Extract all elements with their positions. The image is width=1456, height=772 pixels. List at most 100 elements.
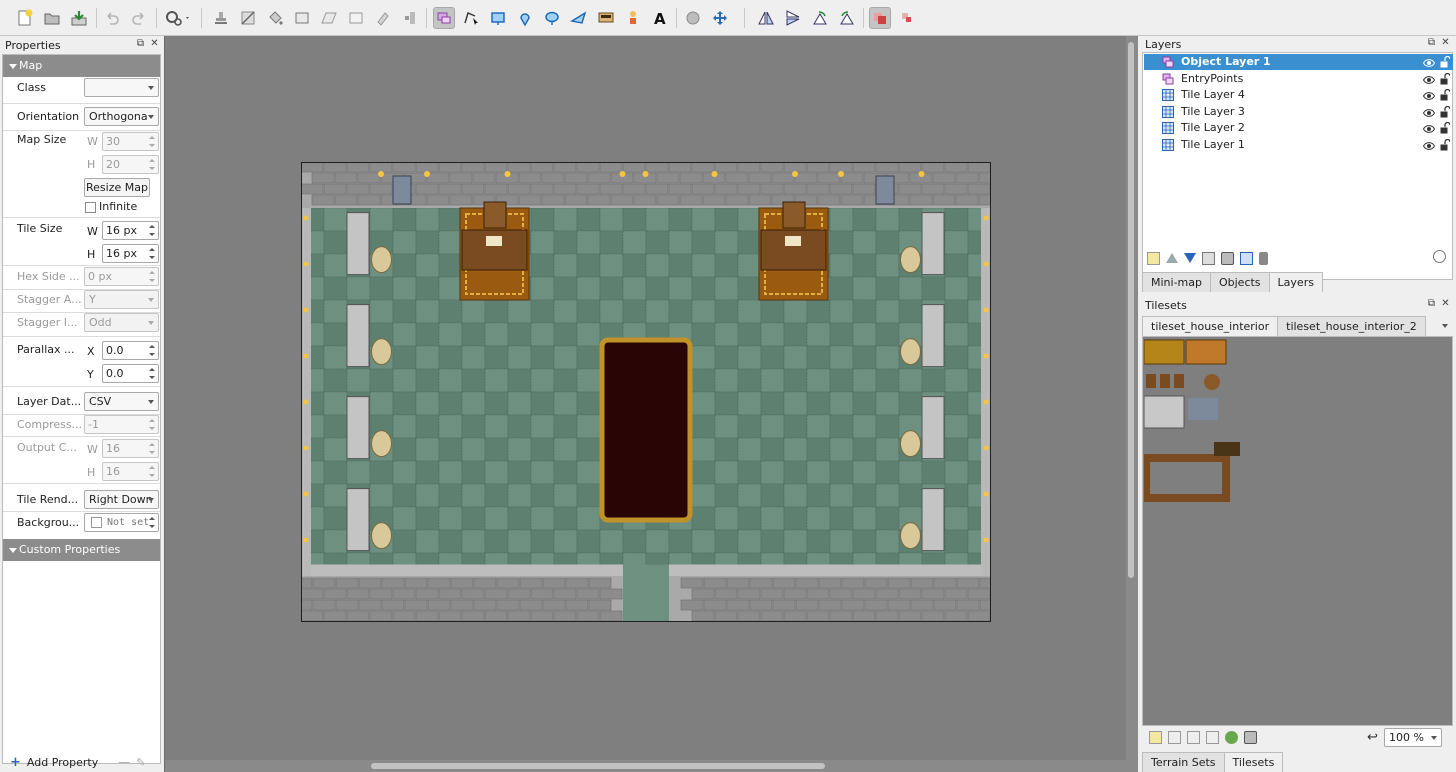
duplicate-layer-icon[interactable] bbox=[1202, 251, 1215, 265]
tab-tileset-house-interior[interactable]: tileset_house_interior bbox=[1142, 316, 1279, 336]
save-icon[interactable] bbox=[68, 7, 90, 29]
lock-layer-icon[interactable] bbox=[1259, 251, 1268, 265]
tab-mini-map[interactable]: Mini-map bbox=[1142, 272, 1211, 292]
visibility-eye-icon[interactable] bbox=[1422, 140, 1436, 150]
insert-polygon-icon[interactable] bbox=[568, 7, 590, 29]
visibility-eye-icon[interactable] bbox=[1422, 57, 1436, 67]
float-panel-icon[interactable]: ⧉ bbox=[1426, 37, 1437, 48]
edit-polygons-icon[interactable] bbox=[460, 7, 482, 29]
random-mode-icon[interactable] bbox=[345, 7, 367, 29]
visibility-eye-icon[interactable] bbox=[1422, 74, 1436, 84]
close-panel-icon[interactable]: ✕ bbox=[149, 38, 160, 49]
layers-list[interactable]: Object Layer 1 EntryPoints Tile Layer 4 Til… bbox=[1142, 52, 1453, 280]
stamp-brush-icon[interactable] bbox=[210, 7, 232, 29]
parallax-x-field[interactable]: 0.0 bbox=[102, 341, 159, 360]
layer-row[interactable]: EntryPoints bbox=[1144, 71, 1453, 87]
map-canvas[interactable] bbox=[164, 36, 1138, 772]
visibility-eye-icon[interactable] bbox=[1422, 123, 1436, 133]
tab-objects[interactable]: Objects bbox=[1209, 272, 1270, 292]
stagger-axis-combo[interactable]: Y bbox=[84, 290, 159, 309]
float-panel-icon[interactable]: ⧉ bbox=[1426, 298, 1437, 309]
insert-point-icon[interactable] bbox=[514, 7, 536, 29]
unlocked-icon[interactable] bbox=[1440, 55, 1451, 68]
edit-tileset-icon[interactable] bbox=[1206, 730, 1219, 744]
layer-row[interactable]: Object Layer 1 bbox=[1144, 54, 1453, 70]
tab-tileset-house-interior-2[interactable]: tileset_house_interior_2 bbox=[1277, 316, 1426, 336]
class-combo[interactable] bbox=[84, 78, 159, 97]
visibility-eye-icon[interactable] bbox=[1422, 107, 1436, 117]
lower-layer-icon[interactable] bbox=[1184, 253, 1196, 263]
hex-side-field[interactable]: 0 px bbox=[84, 267, 159, 286]
open-icon[interactable] bbox=[41, 7, 63, 29]
tile-map[interactable] bbox=[301, 162, 991, 622]
tileset-view[interactable] bbox=[1142, 336, 1453, 726]
delete-layer-icon[interactable] bbox=[1221, 251, 1234, 265]
tile-width-field[interactable]: 16 px bbox=[102, 221, 159, 240]
layer-data-combo[interactable]: CSV bbox=[84, 392, 159, 411]
insert-rectangle-icon[interactable] bbox=[487, 7, 509, 29]
wangset-icon[interactable] bbox=[399, 7, 421, 29]
vertical-scrollbar[interactable] bbox=[1126, 36, 1138, 760]
tileset-menu-icon[interactable] bbox=[1439, 316, 1453, 336]
close-panel-icon[interactable]: ✕ bbox=[1440, 37, 1451, 48]
tileset-image[interactable] bbox=[1144, 338, 1244, 508]
raise-layer-icon[interactable] bbox=[1166, 253, 1178, 263]
float-panel-icon[interactable]: ⧉ bbox=[135, 38, 146, 49]
show-labels-icon[interactable] bbox=[896, 7, 918, 29]
compression-field[interactable]: -1 bbox=[84, 415, 159, 434]
command-gears-icon[interactable] bbox=[162, 7, 194, 29]
export-tileset-icon[interactable] bbox=[1187, 730, 1200, 744]
flip-vertical-icon[interactable] bbox=[782, 7, 804, 29]
select-objects-icon[interactable] bbox=[433, 7, 455, 29]
unlocked-icon[interactable] bbox=[1440, 105, 1451, 118]
new-layer-icon[interactable] bbox=[1147, 251, 1160, 265]
insert-ellipse-icon[interactable] bbox=[541, 7, 563, 29]
tab-terrain-sets[interactable]: Terrain Sets bbox=[1142, 752, 1225, 772]
custom-properties-header[interactable]: Custom Properties bbox=[3, 539, 160, 561]
unlocked-icon[interactable] bbox=[1440, 121, 1451, 134]
eraser-icon[interactable] bbox=[372, 7, 394, 29]
tile-render-combo[interactable]: Right Down bbox=[84, 490, 159, 509]
new-tileset-icon[interactable] bbox=[1149, 730, 1162, 744]
world-tool-icon[interactable] bbox=[682, 7, 704, 29]
add-property-button[interactable]: Add Property bbox=[27, 756, 98, 769]
delete-tileset-icon[interactable] bbox=[1244, 730, 1257, 744]
unlocked-icon[interactable] bbox=[1440, 72, 1451, 85]
tileset-color-icon[interactable] bbox=[1225, 730, 1238, 744]
close-panel-icon[interactable]: ✕ bbox=[1440, 298, 1451, 309]
tab-tilesets[interactable]: Tilesets bbox=[1223, 752, 1284, 772]
redo-icon[interactable] bbox=[128, 7, 150, 29]
unlocked-icon[interactable] bbox=[1440, 88, 1451, 101]
highlight-layer-icon[interactable] bbox=[869, 7, 891, 29]
layer-group-icon[interactable] bbox=[1240, 251, 1253, 265]
resize-map-button[interactable]: Resize Map bbox=[84, 178, 150, 197]
parallelogram-icon[interactable] bbox=[318, 7, 340, 29]
layer-row[interactable]: Tile Layer 1 bbox=[1144, 137, 1453, 153]
orientation-combo[interactable]: Orthogona bbox=[84, 107, 159, 126]
layer-row[interactable]: Tile Layer 3 bbox=[1144, 104, 1453, 120]
flip-horizontal-icon[interactable] bbox=[755, 7, 777, 29]
rename-property-icon[interactable]: ✎ bbox=[136, 756, 145, 769]
insert-text-icon[interactable]: A bbox=[649, 7, 671, 29]
tileset-zoom-combo[interactable]: 100 % bbox=[1384, 728, 1442, 747]
output-width-field[interactable]: 16 bbox=[102, 439, 159, 458]
map-section-header[interactable]: Map bbox=[3, 55, 160, 77]
rotate-left-icon[interactable] bbox=[809, 7, 831, 29]
map-height-field[interactable]: 20 bbox=[102, 155, 159, 174]
dynamic-wrapping-icon[interactable]: ↩ bbox=[1367, 730, 1378, 745]
output-height-field[interactable]: 16 bbox=[102, 462, 159, 481]
new-map-icon[interactable] bbox=[14, 7, 36, 29]
rotate-right-icon[interactable] bbox=[836, 7, 858, 29]
infinite-checkbox[interactable] bbox=[85, 202, 96, 213]
layer-settings-icon[interactable] bbox=[1433, 250, 1446, 263]
insert-template-icon[interactable] bbox=[622, 7, 644, 29]
tile-height-field[interactable]: 16 px bbox=[102, 244, 159, 263]
parallax-y-field[interactable]: 0.0 bbox=[102, 364, 159, 383]
remove-property-icon[interactable]: — bbox=[118, 755, 130, 769]
horizontal-scroll-thumb[interactable] bbox=[371, 763, 825, 769]
tab-layers[interactable]: Layers bbox=[1268, 272, 1323, 292]
horizontal-scrollbar[interactable] bbox=[165, 760, 1138, 772]
map-width-field[interactable]: 30 bbox=[102, 132, 159, 151]
stagger-index-combo[interactable]: Odd bbox=[84, 313, 159, 332]
add-icon[interactable]: + bbox=[10, 755, 21, 770]
